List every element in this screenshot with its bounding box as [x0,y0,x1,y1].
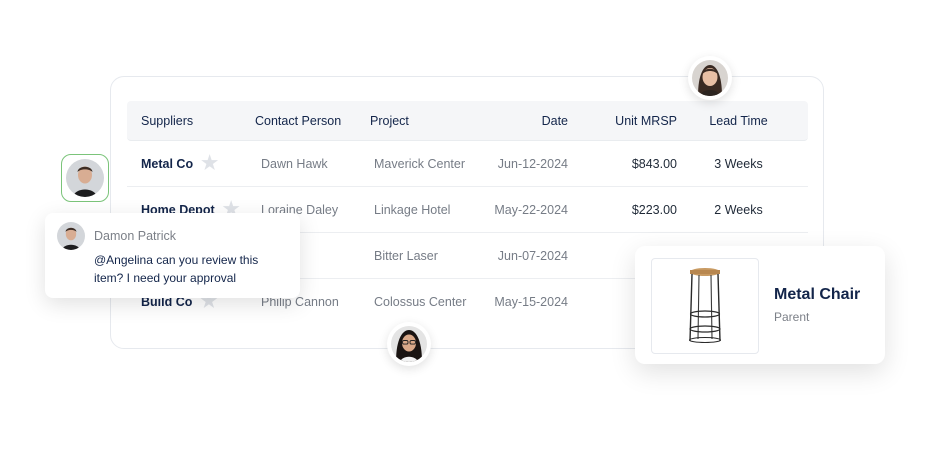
avatar-face [391,326,427,362]
collaborator-avatar[interactable] [387,322,431,366]
table-row[interactable]: Metal Co ★ Dawn Hawk Maverick Center Jun-… [127,141,808,187]
header-project[interactable]: Project [356,114,476,128]
unit-mrsp-value: $843.00 [631,156,677,171]
collaborator-avatar[interactable] [688,56,732,100]
selected-user-avatar[interactable] [61,154,109,202]
header-unit-mrsp[interactable]: Unit MRSP [568,114,677,128]
supplier-name: Metal Co [141,156,194,171]
lead-time-value: 2 Weeks [714,202,763,217]
avatar-face [66,159,104,197]
contact-person: Dawn Hawk [261,156,328,171]
commenter-avatar [57,222,85,250]
comment-text: @Angelina can you review this item? I ne… [94,253,259,285]
table-header: Suppliers Contact Person Project Date Un… [127,101,808,141]
star-icon[interactable]: ★ [201,154,218,173]
product-card[interactable]: Metal Chair Parent [635,246,885,364]
project-name: Maverick Center [374,156,465,171]
project-name: Colossus Center [374,294,467,309]
project-name: Linkage Hotel [374,202,451,217]
lead-time-value: 3 Weeks [714,156,763,171]
date-value: May-22-2024 [494,202,568,217]
comment-popover: Damon Patrick @Angelina can you review t… [45,213,300,298]
unit-mrsp-value: $223.00 [631,202,677,217]
product-subtitle: Parent [774,310,810,324]
comment-author: Damon Patrick [94,229,176,243]
header-suppliers[interactable]: Suppliers [127,114,243,128]
date-value: Jun-07-2024 [497,248,568,263]
product-title: Metal Chair [774,286,861,303]
avatar-face [692,60,728,96]
header-date[interactable]: Date [476,114,568,128]
product-image [651,258,759,354]
project-name: Bitter Laser [374,248,438,263]
date-value: May-15-2024 [494,294,568,309]
header-lead-time[interactable]: Lead Time [677,114,800,128]
header-contact-person[interactable]: Contact Person [243,114,356,128]
date-value: Jun-12-2024 [497,156,568,171]
